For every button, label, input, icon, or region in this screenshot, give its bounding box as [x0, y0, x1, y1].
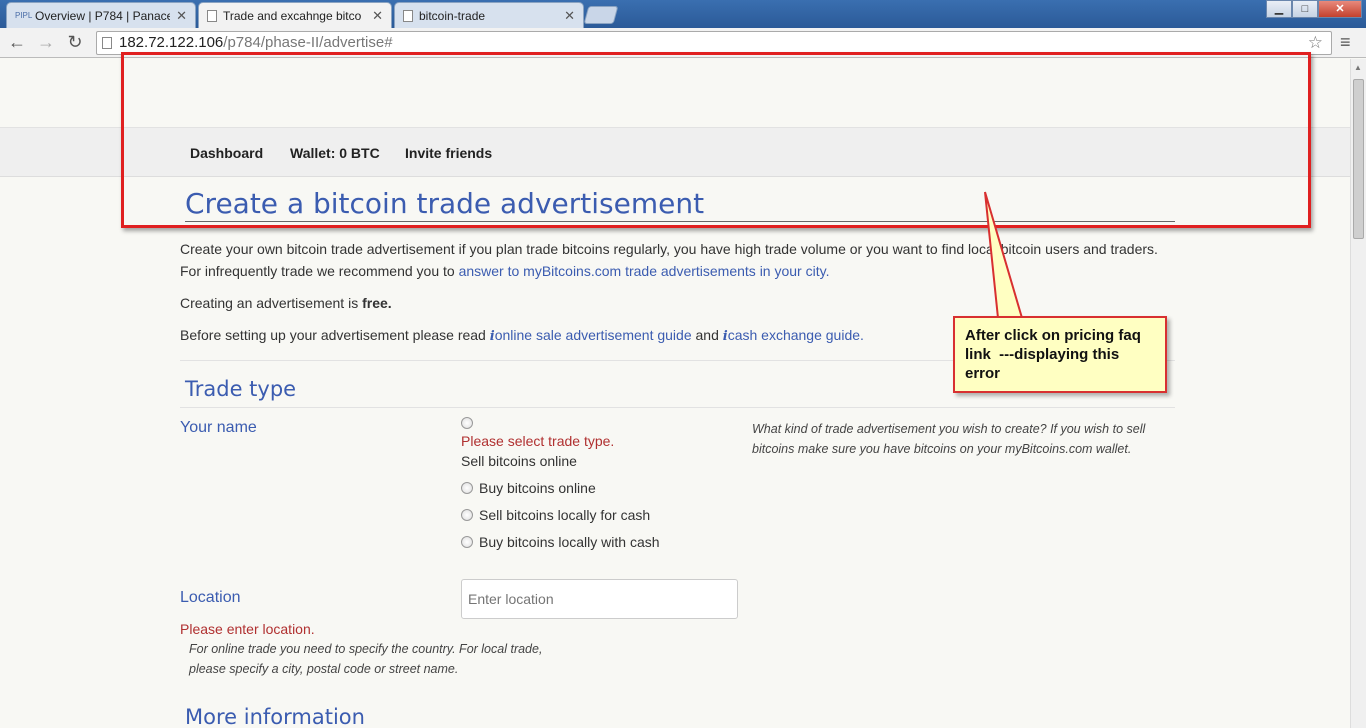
location-label: Location [180, 589, 241, 606]
browser-menu-icon[interactable]: ≡ [1340, 32, 1351, 53]
option-label: Sell bitcoins locally for cash [479, 507, 651, 523]
cash-exchange-guide-link[interactable]: cash exchange guide. [728, 327, 864, 343]
maximize-button[interactable]: □ [1292, 0, 1318, 18]
browser-tabstrip: PIPL Overview | P784 | Panacea ✕ Trade a… [0, 0, 1366, 28]
tab-bitcoin-trade[interactable]: bitcoin-trade ✕ [394, 2, 584, 28]
page-content: Dashboard Wallet: 0 BTC Invite friends C… [0, 59, 1350, 728]
close-tab-icon[interactable]: ✕ [564, 8, 575, 24]
annotation-callout: After click on pricing faq link ---displ… [953, 316, 1167, 393]
scroll-up-icon[interactable]: ▲ [1354, 63, 1362, 72]
page-scrollbar[interactable]: ▲ [1350, 59, 1366, 728]
page-favicon-icon [207, 9, 217, 22]
site-navbar: Dashboard Wallet: 0 BTC Invite friends [0, 127, 1350, 177]
tab-title: bitcoin-trade [419, 8, 486, 23]
trade-type-help: What kind of trade advertisement you wis… [752, 422, 1146, 456]
option-buy-local-cash[interactable]: Buy bitcoins locally with cash [461, 534, 660, 550]
free-prefix: Creating an advertisement is [180, 295, 363, 311]
browser-toolbar: ← → ↻ 182.72.122.106/p784/phase-II/adver… [0, 28, 1366, 58]
radio-button-icon[interactable] [461, 536, 473, 548]
location-help: For online trade you need to specify the… [189, 642, 543, 676]
option-label: Buy bitcoins locally with cash [479, 534, 660, 550]
new-tab-button[interactable] [583, 6, 619, 24]
bookmark-star-icon[interactable]: ☆ [1308, 32, 1323, 54]
online-sale-guide-link[interactable]: online sale advertisement guide [495, 327, 692, 343]
reload-icon[interactable]: ↻ [64, 32, 86, 53]
and-word: and [691, 327, 723, 343]
address-bar[interactable]: 182.72.122.106/p784/phase-II/advertise# … [96, 31, 1332, 55]
option-label: Sell bitcoins online [461, 453, 577, 469]
answer-ads-link[interactable]: answer to myBitcoins.com trade advertise… [459, 263, 830, 279]
option-buy-online[interactable]: Buy bitcoins online [461, 480, 596, 496]
trade-type-error: Please select trade type. [461, 433, 615, 449]
window-controls: ▁ □ ✕ [1266, 0, 1362, 18]
minimize-button[interactable]: ▁ [1266, 0, 1292, 18]
radio-button-icon[interactable] [461, 509, 473, 521]
read-prefix: Before setting up your advertisement ple… [180, 327, 490, 343]
tab-overview[interactable]: PIPL Overview | P784 | Panacea ✕ [6, 2, 196, 28]
trade-type-heading: Trade type [185, 377, 297, 401]
location-input[interactable] [461, 579, 738, 619]
radio-empty[interactable] [461, 417, 479, 429]
radio-button-icon[interactable] [461, 482, 473, 494]
nav-invite-friends[interactable]: Invite friends [405, 145, 492, 161]
page-favicon-icon [403, 9, 413, 22]
close-tab-icon[interactable]: ✕ [372, 8, 383, 24]
tab-title: Overview | P784 | Panacea [35, 8, 171, 23]
more-information-heading: More information [185, 705, 365, 728]
page-icon [102, 37, 112, 49]
url-path: /p784/phase-II/advertise# [223, 34, 393, 51]
pipl-favicon-icon: PIPL [15, 11, 33, 20]
back-arrow-icon[interactable]: ← [6, 32, 28, 53]
option-sell-local-cash[interactable]: Sell bitcoins locally for cash [461, 507, 650, 523]
radio-button-icon[interactable] [461, 417, 473, 429]
nav-dashboard[interactable]: Dashboard [190, 145, 263, 161]
location-error: Please enter location. [180, 621, 315, 637]
forward-arrow-icon[interactable]: → [35, 32, 57, 53]
intro-paragraph: Create your own bitcoin trade advertisem… [180, 238, 1160, 282]
close-tab-icon[interactable]: ✕ [176, 8, 187, 24]
nav-wallet[interactable]: Wallet: 0 BTC [290, 145, 380, 161]
free-paragraph: Creating an advertisement is free. [180, 292, 1160, 314]
free-word: free. [362, 295, 392, 311]
tab-trade-exchange[interactable]: Trade and excahnge bitco ✕ [198, 2, 392, 28]
divider [180, 407, 1175, 408]
option-label: Buy bitcoins online [479, 480, 596, 496]
close-window-button[interactable]: ✕ [1318, 0, 1362, 18]
option-sell-online[interactable]: Sell bitcoins online [461, 453, 577, 469]
your-name-label: Your name [180, 419, 257, 436]
tab-title: Trade and excahnge bitco [223, 8, 362, 23]
url-host: 182.72.122.106 [119, 34, 224, 51]
scrollbar-thumb[interactable] [1353, 79, 1364, 239]
page-title: Create a bitcoin trade advertisement [185, 187, 1175, 222]
